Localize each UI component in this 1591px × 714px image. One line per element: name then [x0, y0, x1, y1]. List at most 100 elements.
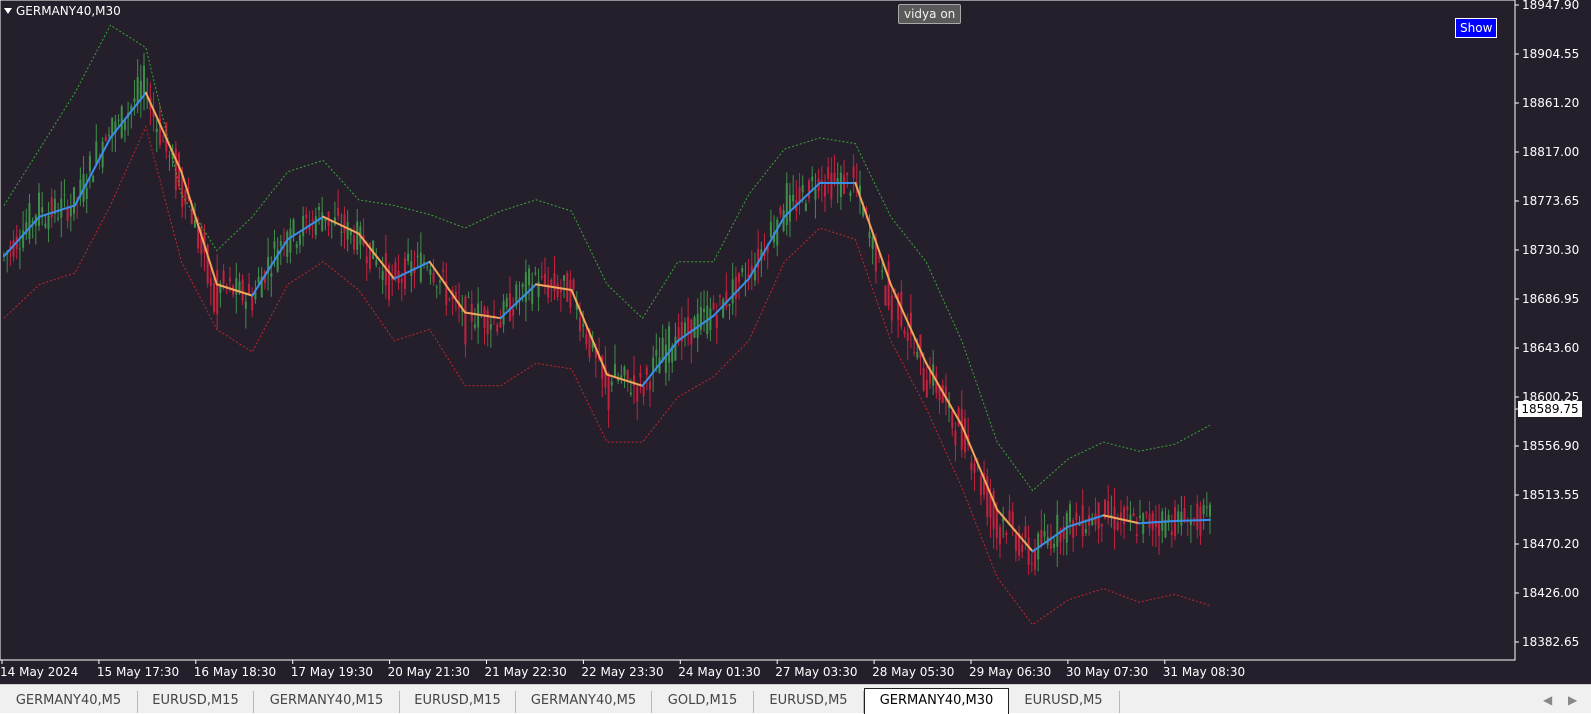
chart-tab[interactable]: EURUSD,M15: [138, 691, 254, 713]
candle-body: [1097, 502, 1100, 529]
vidya-segment: [38, 204, 76, 218]
vidya-segment: [925, 362, 963, 427]
candle-body: [346, 221, 349, 240]
candle-body: [642, 385, 645, 397]
chart-tab[interactable]: GERMANY40,M15: [254, 691, 400, 713]
scroll-left-icon[interactable]: ◀: [1543, 693, 1552, 707]
symbol-title[interactable]: GERMANY40,M30: [4, 4, 121, 18]
candle-body: [1005, 532, 1008, 536]
chart-tab[interactable]: GOLD,M15: [652, 691, 754, 713]
candle-body: [337, 208, 340, 216]
candle-body: [502, 301, 505, 325]
candle-body: [47, 215, 50, 230]
candle-body: [289, 228, 292, 253]
vidya-segment: [144, 91, 183, 173]
plot-frame: [0, 0, 1516, 661]
time-label: 29 May 06:30: [969, 665, 1051, 679]
candle-body: [429, 269, 432, 275]
candle-body: [486, 310, 489, 335]
candle-body: [432, 272, 435, 283]
candle-body: [645, 367, 648, 376]
vidya-segment: [960, 424, 999, 511]
candle-body: [60, 198, 63, 218]
candle-body: [916, 351, 919, 358]
candle-body: [1196, 503, 1199, 530]
candle-body: [623, 366, 626, 376]
candle-body: [919, 334, 922, 359]
candle-body: [216, 270, 219, 315]
candle-body: [741, 268, 744, 272]
collapse-triangle-icon[interactable]: [4, 8, 12, 14]
candle-body: [846, 172, 849, 175]
price-label: 18817.00: [1522, 145, 1579, 159]
chart-area[interactable]: 18947.90 18904.55 18861.20 18817.00 18773.65…: [0, 0, 1591, 684]
vidya-segment: [3, 215, 41, 258]
candle-body: [318, 206, 321, 210]
vidya-segment: [1173, 518, 1211, 523]
candle-body: [563, 275, 566, 281]
candle-body: [410, 261, 413, 276]
candle-body: [85, 187, 88, 200]
candle-body: [776, 219, 779, 246]
vidya-segment: [889, 283, 928, 365]
candle-body: [884, 285, 887, 306]
candle-body: [1053, 543, 1056, 548]
scroll-right-icon[interactable]: ▶: [1568, 693, 1577, 707]
candle-body: [1135, 534, 1138, 536]
candle-body: [505, 297, 508, 307]
candle-body: [808, 180, 811, 199]
candle-body: [117, 119, 120, 121]
vidya-segment: [251, 238, 289, 297]
candle-body: [416, 255, 419, 257]
candle-body: [1148, 513, 1151, 528]
candle-body: [508, 293, 511, 321]
candle-body: [839, 172, 842, 198]
vidya-toggle-button[interactable]: vidya on: [898, 4, 962, 24]
chart-tab[interactable]: EURUSD,M5: [1008, 691, 1120, 713]
candle-body: [311, 219, 314, 222]
chart-tab[interactable]: EURUSD,M5: [754, 691, 864, 713]
candle-body: [718, 295, 721, 297]
candle-body: [57, 217, 60, 219]
candle-body: [1008, 510, 1011, 522]
candle-body: [668, 326, 671, 363]
chart-tab[interactable]: EURUSD,M15: [400, 691, 516, 713]
show-button[interactable]: Show: [1455, 18, 1498, 38]
candle-body: [528, 268, 531, 286]
candle-body: [375, 260, 378, 266]
chart-tab[interactable]: GERMANY40,M5: [0, 691, 138, 713]
chart-tab[interactable]: GERMANY40,M30: [864, 688, 1009, 714]
candle-body: [193, 219, 196, 228]
candle-body: [674, 336, 677, 361]
price-chart[interactable]: 18947.90 18904.55 18861.20 18817.00 18773.65…: [0, 0, 1591, 684]
candle-body: [92, 176, 95, 183]
candle-body: [279, 241, 282, 246]
vidya-segment: [357, 232, 396, 280]
candle-body: [400, 278, 403, 283]
chart-tab[interactable]: GERMANY40,M5: [516, 691, 652, 713]
candle-body: [1119, 512, 1122, 518]
candle-body: [534, 272, 537, 274]
candle-body: [871, 236, 874, 249]
candle-body: [664, 344, 667, 373]
price-label: 18556.90: [1522, 439, 1579, 453]
candle-body: [989, 495, 992, 518]
candle-body: [298, 235, 301, 245]
candle-body: [73, 187, 76, 214]
candle-body: [353, 235, 356, 250]
candle-body: [814, 189, 817, 200]
candle-body: [1075, 512, 1078, 521]
candle-body: [626, 369, 629, 380]
candle-body: [1145, 511, 1148, 514]
candle-body: [553, 272, 556, 292]
candle-body: [1030, 563, 1033, 565]
candle-body: [1199, 507, 1202, 536]
price-label: 18773.65: [1522, 194, 1579, 208]
candle-body: [1132, 512, 1135, 517]
candle-body: [162, 141, 165, 143]
vidya-segment: [854, 181, 892, 286]
candle-body: [1180, 511, 1183, 526]
candle-body: [543, 273, 546, 287]
candle-body: [925, 380, 928, 398]
price-label: 18382.65: [1522, 635, 1579, 649]
